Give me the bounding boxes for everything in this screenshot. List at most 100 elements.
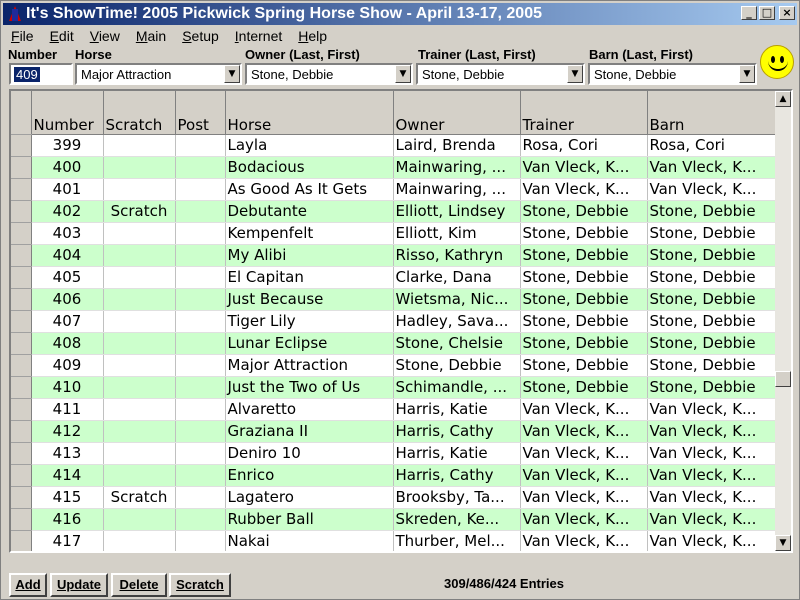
horse-select[interactable]: Major Attraction ▼ [75,63,242,85]
menu-setup[interactable]: Setup [174,28,227,44]
row-selector[interactable] [11,178,32,201]
minimize-button[interactable]: _ [741,6,757,20]
trainer-label: Trainer (Last, First) [418,47,536,62]
table-row[interactable]: 401 As Good As It Gets Mainwaring, ... Van … [11,178,775,201]
cell-number: 402 [31,200,104,223]
delete-button[interactable]: Delete [111,573,167,597]
column-header-barn[interactable]: Barn [647,91,775,135]
update-button[interactable]: Update [50,573,108,597]
cell-owner: Elliott, Lindsey [393,200,521,223]
trainer-select[interactable]: Stone, Debbie ▼ [416,63,585,85]
row-selector[interactable] [11,354,32,377]
row-selector[interactable] [11,486,32,509]
column-header-owner[interactable]: Owner [393,91,521,135]
table-row[interactable]: 404 My Alibi Risso, Kathryn Stone, Debbie St… [11,244,775,267]
row-selector[interactable] [11,376,32,399]
cell-scratch [103,222,176,245]
cell-owner: Wietsma, Nic... [393,288,521,311]
row-selector[interactable] [11,200,32,223]
table-row[interactable]: 416 Rubber Ball Skreden, Ke... Van Vleck, K… [11,508,775,531]
cell-scratch [103,244,176,267]
row-selector[interactable] [11,244,32,267]
row-selector[interactable] [11,398,32,421]
column-header-horse[interactable]: Horse [225,91,394,135]
table-row[interactable]: 415 Scratch Lagatero Brooksby, Ta... Van Vle… [11,486,775,509]
table-row[interactable]: 403 Kempenfelt Elliott, Kim Stone, Debbie St… [11,222,775,245]
row-selector[interactable] [11,156,32,179]
cell-number: 408 [31,332,104,355]
table-row[interactable]: 399 Layla Laird, Brenda Rosa, Cori Rosa, Cor… [11,134,775,157]
cell-number: 415 [31,486,104,509]
scratch-button[interactable]: Scratch [169,573,231,597]
column-header-number[interactable]: Number [31,91,104,135]
table-row[interactable]: 407 Tiger Lily Hadley, Sava... Stone, Debbi… [11,310,775,333]
cell-scratch: Scratch [103,486,176,509]
cell-barn: Stone, Debbie [647,310,775,333]
cell-owner: Mainwaring, ... [393,156,521,179]
table-row[interactable]: 411 Alvaretto Harris, Katie Van Vleck, K...… [11,398,775,421]
cell-scratch [103,464,176,487]
table-row[interactable]: 400 Bodacious Mainwaring, ... Van Vleck, K.… [11,156,775,179]
chevron-down-icon[interactable]: ▼ [739,65,755,83]
row-selector[interactable] [11,442,32,465]
number-input[interactable]: 409 [9,63,73,85]
smiley-icon[interactable] [760,45,794,79]
add-button[interactable]: Add [9,573,47,597]
row-selector[interactable] [11,222,32,245]
table-row[interactable]: 417 Nakai Thurber, Mel... Van Vleck, K... Va… [11,530,775,551]
close-button[interactable]: × [779,6,795,20]
cell-trainer: Van Vleck, K... [520,442,648,465]
cell-owner: Hadley, Sava... [393,310,521,333]
window-title: It's ShowTime! 2005 Pickwick Spring Hors… [26,5,542,22]
row-selector[interactable] [11,310,32,333]
menu-edit[interactable]: Edit [42,28,82,44]
column-header-trainer[interactable]: Trainer [520,91,648,135]
cell-scratch [103,156,176,179]
table-row[interactable]: 405 El Capitan Clarke, Dana Stone, Debbie St… [11,266,775,289]
column-header-scratch[interactable]: Scratch [103,91,176,135]
table-row[interactable]: 413 Deniro 10 Harris, Katie Van Vleck, K...… [11,442,775,465]
table-row[interactable]: 414 Enrico Harris, Cathy Van Vleck, K... Van… [11,464,775,487]
chevron-down-icon[interactable]: ▼ [395,65,411,83]
cell-trainer: Van Vleck, K... [520,530,648,551]
row-selector[interactable] [11,530,32,551]
cell-post [175,332,226,355]
entries-grid[interactable]: Number Scratch Post Horse Owner Trainer … [9,89,793,553]
barn-select[interactable]: Stone, Debbie ▼ [588,63,757,85]
table-row[interactable]: 402 Scratch Debutante Elliott, Lindsey Stone… [11,200,775,223]
row-selector[interactable] [11,464,32,487]
menu-help[interactable]: Help [290,28,335,44]
menu-view[interactable]: View [82,28,128,44]
menu-bar: File Edit View Main Setup Internet Help [3,26,335,45]
table-row[interactable]: 409 Major Attraction Stone, Debbie Stone, D… [11,354,775,377]
menu-internet[interactable]: Internet [227,28,290,44]
row-selector[interactable] [11,420,32,443]
cell-trainer: Stone, Debbie [520,244,648,267]
chevron-down-icon[interactable]: ▼ [567,65,583,83]
scroll-thumb[interactable] [775,371,791,387]
title-bar[interactable]: It's ShowTime! 2005 Pickwick Spring Hors… [3,3,797,25]
row-selector[interactable] [11,134,32,157]
maximize-button[interactable]: □ [759,6,775,20]
row-selector[interactable] [11,508,32,531]
owner-select[interactable]: Stone, Debbie ▼ [245,63,413,85]
chevron-down-icon[interactable]: ▼ [224,65,240,83]
table-row[interactable]: 408 Lunar Eclipse Stone, Chelsie Stone, Deb… [11,332,775,355]
scroll-down-icon[interactable]: ▼ [775,535,791,551]
row-selector[interactable] [11,266,32,289]
menu-file[interactable]: File [3,28,42,44]
table-row[interactable]: 410 Just the Two of Us Schimandle, ... Ston… [11,376,775,399]
scroll-up-icon[interactable]: ▲ [775,91,791,107]
menu-main[interactable]: Main [128,28,174,44]
cell-scratch [103,178,176,201]
cell-barn: Stone, Debbie [647,288,775,311]
cell-barn: Van Vleck, K... [647,420,775,443]
cell-scratch [103,134,176,157]
table-row[interactable]: 406 Just Because Wietsma, Nic... Stone, Deb… [11,288,775,311]
row-selector[interactable] [11,332,32,355]
column-header-post[interactable]: Post [175,91,226,135]
cell-horse: Major Attraction [225,354,394,377]
vertical-scrollbar[interactable]: ▲ ▼ [775,91,791,551]
table-row[interactable]: 412 Graziana II Harris, Cathy Van Vleck, K.… [11,420,775,443]
row-selector[interactable] [11,288,32,311]
